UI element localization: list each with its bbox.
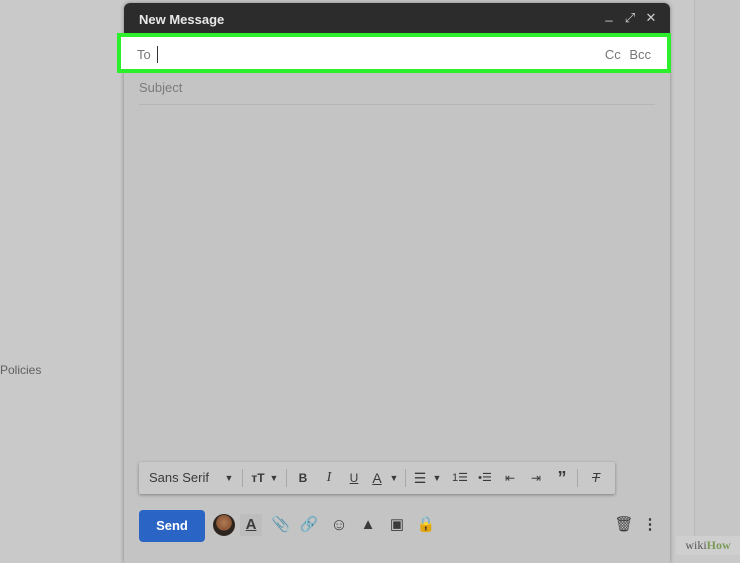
underline-icon[interactable]: U [345, 462, 363, 494]
wikihow-watermark: wikiHow [676, 536, 740, 555]
expand-icon[interactable]: ⤢ [623, 11, 637, 25]
text-cursor [157, 46, 158, 63]
quote-icon[interactable]: ” [553, 462, 571, 494]
bulleted-list-icon[interactable]: •☰ [476, 462, 494, 494]
chevron-down-icon[interactable]: ▼ [431, 462, 443, 494]
text-color-icon[interactable]: A [368, 462, 386, 494]
watermark-wiki: wiki [685, 538, 707, 552]
more-options-icon[interactable]: ⋮ [639, 514, 661, 536]
drive-icon[interactable]: ▲ [357, 514, 379, 536]
font-size-icon[interactable]: ᴛT [247, 462, 269, 494]
to-field[interactable]: To Cc Bcc [117, 33, 671, 73]
trash-icon[interactable]: 🗑 [613, 514, 635, 536]
italic-icon[interactable]: I [320, 462, 338, 494]
cc-bcc-links: Cc Bcc [600, 47, 651, 62]
bold-icon[interactable]: B [294, 462, 312, 494]
minimize-icon[interactable]: _ [602, 8, 616, 22]
numbered-list-icon[interactable]: 1☰ [451, 462, 469, 494]
watermark-how: How [706, 538, 731, 552]
send-button[interactable]: Send [139, 510, 205, 542]
formatting-toolbar: Sans Serif ▼ ᴛT ▼ B I U A ▼ ☰ ▼ 1☰ •☰ ⇤ … [139, 462, 615, 494]
background-panel [694, 0, 740, 555]
attach-icon[interactable]: 📎 [270, 514, 292, 536]
divider [242, 469, 243, 487]
to-label: To [137, 47, 151, 62]
photo-icon[interactable]: ▣ [386, 514, 408, 536]
compose-titlebar[interactable]: New Message _ ⤢ ✕ [124, 3, 670, 35]
divider [286, 469, 287, 487]
compose-title: New Message [139, 12, 225, 27]
chevron-down-icon[interactable]: ▼ [388, 462, 400, 494]
indent-less-icon[interactable]: ⇤ [501, 462, 519, 494]
divider [405, 469, 406, 487]
align-icon[interactable]: ☰ [411, 462, 429, 494]
font-dropdown-icon[interactable]: ▼ [223, 462, 235, 494]
cc-link[interactable]: Cc [605, 47, 621, 62]
avatar[interactable] [213, 514, 235, 536]
policies-link[interactable]: Policies [0, 363, 41, 377]
emoji-icon[interactable]: ☺ [328, 514, 350, 536]
link-icon[interactable]: 🔗 [298, 514, 320, 536]
font-select[interactable]: Sans Serif [149, 462, 229, 494]
subject-field[interactable]: Subject [139, 74, 655, 105]
confidential-mode-icon[interactable]: 🔒 [415, 514, 437, 536]
remove-formatting-icon[interactable]: T [586, 462, 606, 494]
subject-placeholder: Subject [139, 80, 183, 95]
formatting-options-icon[interactable]: A [240, 514, 262, 536]
divider [577, 469, 578, 487]
indent-more-icon[interactable]: ⇥ [527, 462, 545, 494]
chevron-down-icon[interactable]: ▼ [268, 462, 280, 494]
font-name: Sans Serif [149, 470, 209, 485]
close-icon[interactable]: ✕ [644, 11, 658, 25]
bcc-link[interactable]: Bcc [629, 47, 651, 62]
